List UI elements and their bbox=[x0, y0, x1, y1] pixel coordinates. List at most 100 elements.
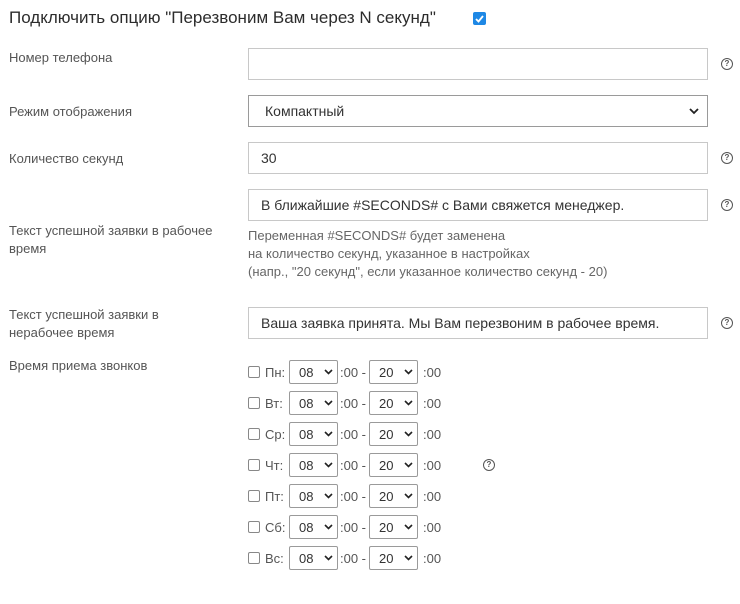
phone-input[interactable] bbox=[248, 48, 708, 80]
day-label: Вт: bbox=[265, 395, 283, 411]
time-suffix: :00 bbox=[423, 519, 442, 535]
success-offhours-help-icon[interactable]: ? bbox=[721, 317, 733, 329]
schedule-help-icon[interactable]: ? bbox=[483, 459, 495, 471]
from-hour-value: 08 bbox=[299, 426, 314, 442]
from-hour-select[interactable]: 08 bbox=[289, 453, 338, 477]
time-suffix: :00 bbox=[423, 550, 442, 566]
time-separator: :00 - bbox=[340, 519, 367, 535]
hint-line: Переменная #SECONDS# будет заменена bbox=[248, 228, 506, 243]
page-title: Подключить опцию "Перезвоним Вам через N… bbox=[9, 8, 436, 27]
success-work-input[interactable]: В ближайшие #SECONDS# с Вами свяжется ме… bbox=[248, 189, 708, 221]
schedule-row-sun: Вс: 08 :00 - 20 :00 bbox=[248, 546, 441, 570]
chevron-down-icon bbox=[404, 555, 413, 561]
seconds-input[interactable]: 30 bbox=[248, 142, 708, 174]
from-hour-select[interactable]: 08 bbox=[289, 515, 338, 539]
to-hour-select[interactable]: 20 bbox=[369, 360, 419, 384]
to-hour-value: 20 bbox=[379, 426, 394, 442]
hint-line: на количество секунд, указанное в настро… bbox=[248, 246, 530, 261]
phone-label: Номер телефона bbox=[9, 50, 113, 65]
from-hour-select[interactable]: 08 bbox=[289, 546, 338, 570]
day-checkbox[interactable] bbox=[248, 366, 260, 378]
schedule-row-sat: Сб: 08 :00 - 20 :00 bbox=[248, 515, 441, 539]
success-work-help-icon[interactable]: ? bbox=[721, 199, 733, 211]
schedule-row-mon: Пн: 08 :00 - 20 :00 bbox=[248, 360, 441, 384]
from-hour-value: 08 bbox=[299, 519, 314, 535]
from-hour-select[interactable]: 08 bbox=[289, 422, 338, 446]
day-label: Сб: bbox=[265, 519, 286, 535]
chevron-down-icon bbox=[404, 493, 413, 499]
from-hour-value: 08 bbox=[299, 488, 314, 504]
to-hour-value: 20 bbox=[379, 364, 394, 380]
to-hour-value: 20 bbox=[379, 488, 394, 504]
from-hour-value: 08 bbox=[299, 364, 314, 380]
chevron-down-icon bbox=[404, 369, 413, 375]
day-checkbox[interactable] bbox=[248, 459, 260, 471]
from-hour-select[interactable]: 08 bbox=[289, 360, 338, 384]
to-hour-select[interactable]: 20 bbox=[369, 391, 419, 415]
day-label: Пт: bbox=[265, 488, 284, 504]
day-label: Чт: bbox=[265, 457, 284, 473]
to-hour-select[interactable]: 20 bbox=[369, 453, 419, 477]
seconds-variable-hint: Переменная #SECONDS# будет заменена на к… bbox=[248, 227, 607, 281]
from-hour-select[interactable]: 08 bbox=[289, 391, 338, 415]
time-separator: :00 - bbox=[340, 488, 367, 504]
success-offhours-label: Текст успешной заявки в нерабочее время bbox=[9, 307, 159, 340]
day-checkbox[interactable] bbox=[248, 552, 260, 564]
day-checkbox[interactable] bbox=[248, 428, 260, 440]
from-hour-select[interactable]: 08 bbox=[289, 484, 338, 508]
time-suffix: :00 bbox=[423, 426, 442, 442]
chevron-down-icon bbox=[404, 431, 413, 437]
time-separator: :00 - bbox=[340, 426, 367, 442]
success-work-label: Текст успешной заявки в рабочее время bbox=[9, 223, 213, 256]
enable-option-checkbox[interactable] bbox=[473, 12, 486, 25]
time-suffix: :00 bbox=[423, 364, 442, 380]
from-hour-value: 08 bbox=[299, 395, 314, 411]
seconds-help-icon[interactable]: ? bbox=[721, 152, 733, 164]
schedule-label: Время приема звонков bbox=[9, 358, 148, 373]
chevron-down-icon bbox=[404, 524, 413, 530]
time-separator: :00 - bbox=[340, 395, 367, 411]
to-hour-value: 20 bbox=[379, 550, 394, 566]
chevron-down-icon bbox=[324, 524, 333, 530]
phone-help-icon[interactable]: ? bbox=[721, 58, 733, 70]
time-separator: :00 - bbox=[340, 457, 367, 473]
day-checkbox[interactable] bbox=[248, 397, 260, 409]
chevron-down-icon bbox=[324, 462, 333, 468]
schedule-row-wed: Ср: 08 :00 - 20 :00 bbox=[248, 422, 441, 446]
hint-line: (напр., "20 секунд", если указанное коли… bbox=[248, 264, 608, 279]
time-separator: :00 - bbox=[340, 550, 367, 566]
day-label: Пн: bbox=[265, 364, 286, 380]
chevron-down-icon bbox=[324, 431, 333, 437]
day-checkbox[interactable] bbox=[248, 521, 260, 533]
chevron-down-icon bbox=[324, 555, 333, 561]
schedule-row-tue: Вт: 08 :00 - 20 :00 bbox=[248, 391, 441, 415]
chevron-down-icon bbox=[324, 369, 333, 375]
check-icon bbox=[475, 14, 484, 23]
day-label: Вс: bbox=[265, 550, 284, 566]
display-mode-select[interactable]: Компактный bbox=[248, 95, 708, 127]
to-hour-select[interactable]: 20 bbox=[369, 515, 419, 539]
time-suffix: :00 bbox=[423, 488, 442, 504]
chevron-down-icon bbox=[324, 493, 333, 499]
to-hour-select[interactable]: 20 bbox=[369, 484, 419, 508]
display-mode-value: Компактный bbox=[265, 103, 345, 119]
schedule-row-fri: Пт: 08 :00 - 20 :00 bbox=[248, 484, 441, 508]
time-suffix: :00 bbox=[423, 457, 442, 473]
chevron-down-icon bbox=[404, 462, 413, 468]
from-hour-value: 08 bbox=[299, 550, 314, 566]
chevron-down-icon bbox=[689, 107, 699, 114]
from-hour-value: 08 bbox=[299, 457, 314, 473]
time-suffix: :00 bbox=[423, 395, 442, 411]
success-offhours-input[interactable]: Ваша заявка принята. Мы Вам перезвоним в… bbox=[248, 307, 708, 339]
to-hour-value: 20 bbox=[379, 519, 394, 535]
day-checkbox[interactable] bbox=[248, 490, 260, 502]
to-hour-value: 20 bbox=[379, 395, 394, 411]
schedule-row-thu: Чт: 08 :00 - 20 :00 bbox=[248, 453, 441, 477]
time-separator: :00 - bbox=[340, 364, 367, 380]
day-label: Ср: bbox=[265, 426, 286, 442]
display-mode-label: Режим отображения bbox=[9, 104, 132, 119]
to-hour-select[interactable]: 20 bbox=[369, 422, 419, 446]
to-hour-select[interactable]: 20 bbox=[369, 546, 419, 570]
chevron-down-icon bbox=[324, 400, 333, 406]
to-hour-value: 20 bbox=[379, 457, 394, 473]
